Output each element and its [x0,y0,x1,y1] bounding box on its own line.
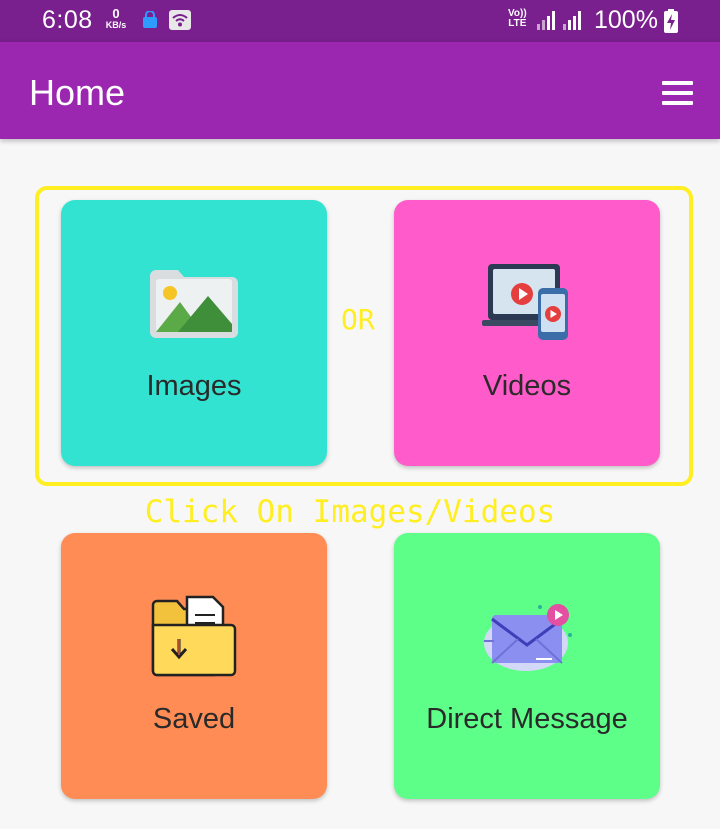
battery-charging-icon [664,9,678,33]
hint-text: Click On Images/Videos [144,494,556,530]
network-speed: 0 KB/s [103,6,129,30]
message-envelope-icon [484,604,572,671]
status-bar: 6:08 0 KB/s Vo)) LTE 100% [0,0,720,42]
signal-strength-icon [537,11,555,30]
direct-message-label: Direct Message [426,703,628,735]
images-label: Images [146,370,242,402]
hamburger-menu-icon[interactable] [656,76,698,110]
volte-line2: LTE [508,18,527,29]
download-folder-icon [151,595,237,677]
volte-indicator: Vo)) LTE [508,9,527,29]
image-gallery-icon [150,270,238,338]
videos-label: Videos [482,370,572,402]
saved-label: Saved [152,703,236,735]
video-devices-icon [482,264,568,340]
signal-strength-icon [563,11,581,30]
shopping-bag-icon [143,11,157,28]
direct-message-card[interactable]: Direct Message [394,533,660,799]
network-speed-value: 0 [112,6,120,21]
images-card[interactable]: Images [61,200,327,466]
videos-card[interactable]: Videos [394,200,660,466]
wifi-notification-icon [169,10,191,30]
or-separator: OR [341,303,375,336]
network-speed-unit: KB/s [105,20,127,30]
page-title: Home [29,72,126,113]
app-bar: Home [0,42,720,139]
status-time: 6:08 [42,6,93,34]
saved-card[interactable]: Saved [61,533,327,799]
battery-percentage: 100% [594,6,658,34]
